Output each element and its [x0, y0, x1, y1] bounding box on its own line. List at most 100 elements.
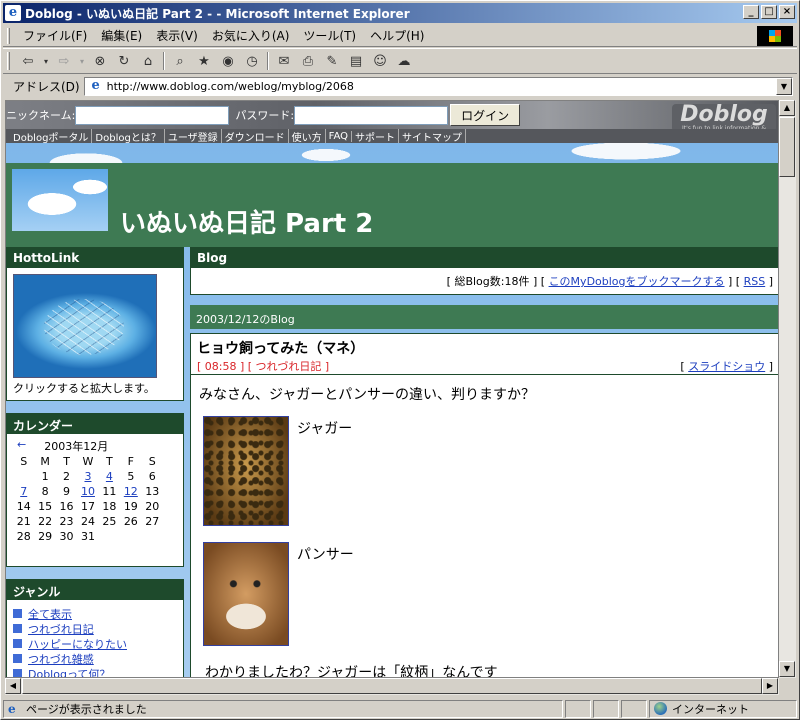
- toolbar-separator: [267, 52, 269, 70]
- vertical-scroll-thumb[interactable]: [779, 117, 795, 177]
- calendar-day-link[interactable]: 7: [20, 485, 27, 498]
- calendar-week-row: 28 29 30 31: [13, 529, 163, 544]
- close-button[interactable]: ×: [779, 5, 795, 19]
- address-url[interactable]: http://www.doblog.com/weblog/myblog/2068: [107, 80, 354, 93]
- stop-icon[interactable]: ⊗: [90, 51, 110, 71]
- menu-bar: ファイル(F) 編集(E) 表示(V) お気に入り(A) ツール(T) ヘルプ(…: [3, 25, 797, 47]
- jaguar-image[interactable]: [203, 416, 289, 526]
- horizontal-scroll-thumb[interactable]: [22, 678, 762, 694]
- scroll-down-icon[interactable]: ▼: [779, 661, 795, 677]
- status-page-icon: e: [8, 701, 16, 716]
- calendar-day[interactable]: 10: [77, 484, 98, 499]
- slideshow-link[interactable]: スライドショウ: [688, 360, 765, 373]
- calendar-day[interactable]: 12: [120, 484, 141, 499]
- blog-summary-box: Blog [ 総Blog数:18件 ] [ このMyDoblogをブックマークす…: [190, 247, 778, 295]
- main-column: Blog [ 総Blog数:18件 ] [ このMyDoblogをブックマークす…: [190, 247, 778, 677]
- calendar-day-link[interactable]: 3: [84, 470, 91, 483]
- panther-image[interactable]: [203, 542, 289, 646]
- back-dropdown-icon[interactable]: ▾: [42, 51, 50, 71]
- forward-dropdown-icon[interactable]: ▾: [78, 51, 86, 71]
- menu-edit[interactable]: 編集(E): [94, 27, 149, 44]
- forward-icon[interactable]: ⇨: [54, 51, 74, 71]
- nickname-label: ニックネーム:: [6, 109, 76, 122]
- genre-link-all[interactable]: 全て表示: [28, 606, 72, 622]
- hottolink-network-image[interactable]: [13, 274, 157, 378]
- nickname-input[interactable]: [75, 105, 230, 125]
- genre-item: Doblogって何？: [13, 666, 177, 678]
- calendar-day[interactable]: 7: [13, 484, 34, 499]
- calendar-weekday: T: [63, 455, 70, 468]
- messenger-icon[interactable]: ☺: [370, 51, 390, 71]
- nav-register[interactable]: ユーザ登録: [165, 128, 222, 144]
- calendar-box: カレンダー ← 2003年12月 S M T W T F S 1 2 3 4 5 6 7 8 9 10 11 12 1…: [6, 413, 184, 567]
- address-label: アドレス(D): [13, 79, 80, 94]
- minimize-button[interactable]: _: [743, 5, 759, 19]
- address-input[interactable]: e http://www.doblog.com/weblog/myblog/20…: [83, 76, 793, 96]
- calendar-day: 18: [102, 500, 117, 513]
- scroll-up-icon[interactable]: ▲: [779, 100, 795, 116]
- address-dropdown-icon[interactable]: ▼: [776, 77, 792, 95]
- hottolink-box: HottoLink クリックすると拡大します。: [6, 247, 184, 401]
- post-intro: みなさん、ジャガーとパンサーの違い、判りますか？: [199, 387, 535, 403]
- history-icon[interactable]: ◷: [242, 51, 262, 71]
- back-icon[interactable]: ⇦: [18, 51, 38, 71]
- bookmark-link[interactable]: このMyDoblogをブックマークする: [549, 275, 725, 288]
- nav-download[interactable]: ダウンロード: [222, 128, 289, 144]
- calendar-day: [120, 529, 141, 544]
- home-icon[interactable]: ⌂: [138, 51, 158, 71]
- nav-howto[interactable]: 使い方: [289, 128, 326, 144]
- refresh-icon[interactable]: ↻: [114, 51, 134, 71]
- media-icon[interactable]: ◉: [218, 51, 238, 71]
- scroll-right-icon[interactable]: ▶: [762, 678, 778, 694]
- horizontal-scrollbar[interactable]: ◀ ▶: [5, 678, 779, 695]
- menu-view[interactable]: 表示(V): [149, 27, 205, 44]
- calendar-week-row: 1 23 4 56: [13, 469, 163, 484]
- calendar-day: 24: [80, 515, 95, 528]
- post-tag[interactable]: [ 08:58 ] [ つれづれ日記 ]: [197, 358, 329, 374]
- calendar-day[interactable]: 3: [77, 469, 98, 484]
- mail-icon[interactable]: ✉: [274, 51, 294, 71]
- post-title[interactable]: ヒョウ飼ってみた（マネ）: [191, 334, 778, 358]
- password-input[interactable]: [294, 105, 449, 125]
- toolbar-separator: [163, 52, 165, 70]
- menu-file[interactable]: ファイル(F): [16, 27, 94, 44]
- calendar-day[interactable]: 4: [99, 469, 120, 484]
- calendar-weekday: W: [82, 455, 94, 468]
- calendar-day-link[interactable]: 12: [124, 485, 138, 498]
- genre-link-doblog[interactable]: Doblogって何？: [28, 666, 110, 678]
- discuss-icon[interactable]: ▤: [346, 51, 366, 71]
- favorites-icon[interactable]: ★: [194, 51, 214, 71]
- calendar-day-link[interactable]: 10: [81, 485, 95, 498]
- hottolink-body: クリックすると拡大します。: [7, 268, 183, 400]
- blog-meta: [ 総Blog数:18件 ] [ このMyDoblogをブックマークする ] […: [191, 268, 778, 294]
- calendar-day: 9: [63, 485, 71, 498]
- nav-support[interactable]: サポート: [352, 128, 400, 144]
- genre-link-thoughts[interactable]: つれづれ雑感: [28, 651, 94, 667]
- status-cell: [621, 699, 647, 718]
- login-button[interactable]: ログイン: [450, 104, 521, 126]
- calendar-day-link[interactable]: 4: [106, 470, 113, 483]
- vertical-scrollbar[interactable]: ▲ ▼: [779, 100, 796, 678]
- nav-faq[interactable]: FAQ: [326, 130, 353, 142]
- nav-portal[interactable]: Doblogポータル: [10, 128, 93, 144]
- nav-about[interactable]: Doblogとは？: [92, 128, 165, 144]
- menu-help[interactable]: ヘルプ(H): [363, 27, 431, 44]
- calendar-day: 23: [59, 515, 74, 528]
- scroll-left-icon[interactable]: ◀: [5, 678, 21, 694]
- chat-icon[interactable]: ☁: [394, 51, 414, 71]
- rss-link[interactable]: RSS: [744, 275, 766, 288]
- calendar-prev-link[interactable]: ←: [13, 438, 26, 454]
- print-icon[interactable]: ⎙: [298, 51, 318, 71]
- blog-title[interactable]: いぬいぬ日記 Part 2: [120, 203, 373, 240]
- doblog-logo[interactable]: Doblog It's fun to link information & pe…: [672, 104, 776, 138]
- genre-link-happy[interactable]: ハッピーになりたい: [28, 636, 127, 652]
- calendar-day: 29: [38, 530, 53, 543]
- nav-sitemap[interactable]: サイトマップ: [399, 128, 467, 144]
- menu-tools[interactable]: ツール(T): [296, 27, 363, 44]
- search-icon[interactable]: ⌕: [170, 51, 190, 71]
- calendar-day: 26: [123, 515, 138, 528]
- maximize-button[interactable]: □: [761, 5, 777, 19]
- menu-favorites[interactable]: お気に入り(A): [205, 27, 297, 44]
- edit-icon[interactable]: ✎: [322, 51, 342, 71]
- genre-link-diary[interactable]: つれづれ日記: [28, 621, 94, 637]
